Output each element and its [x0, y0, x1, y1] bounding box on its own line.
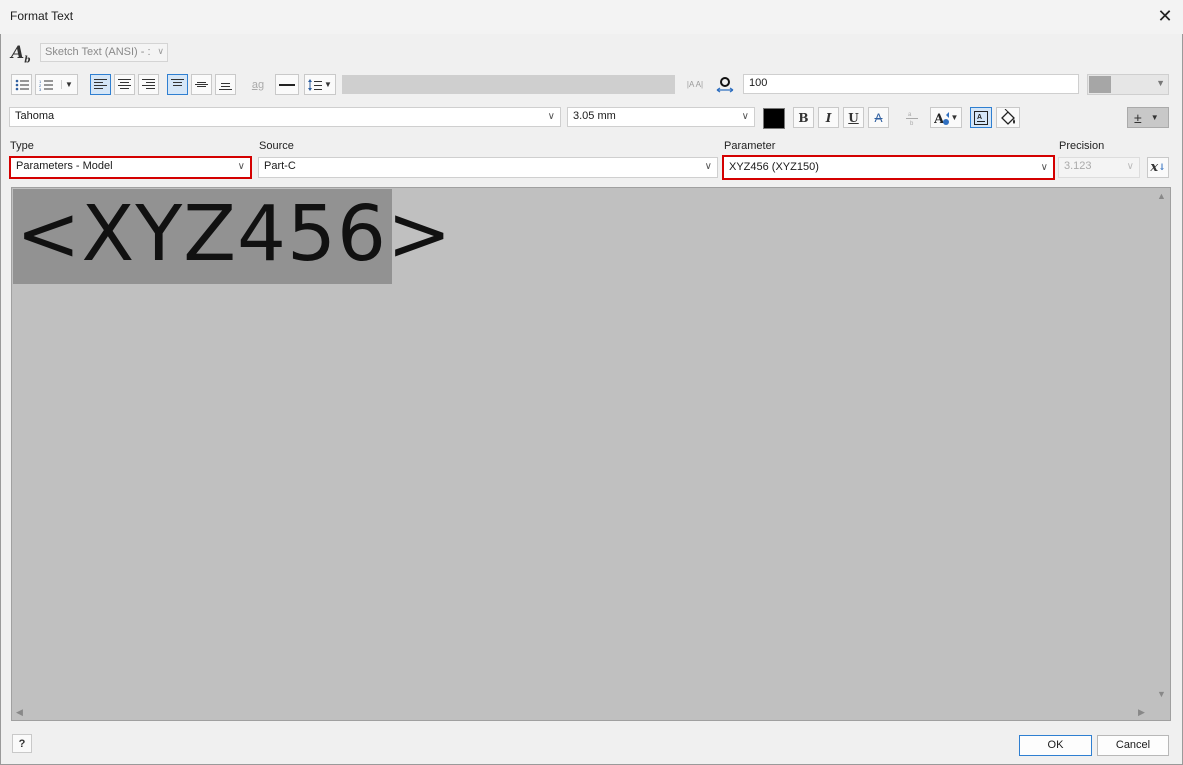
svg-text:A: A: [934, 112, 945, 126]
text-color-swatch[interactable]: [763, 108, 785, 129]
scroll-up-icon[interactable]: ▲: [1157, 191, 1166, 201]
arrow-down-icon: ↓: [1158, 162, 1166, 173]
strikethrough-button[interactable]: A: [868, 107, 889, 128]
source-value: Part-C: [264, 160, 296, 172]
line-spacing-icon: [308, 78, 323, 91]
chevron-down-icon: ∨: [547, 111, 555, 122]
align-center-icon: [118, 79, 131, 89]
precision-label: Precision: [1059, 140, 1105, 152]
align-right-button[interactable]: [138, 74, 159, 95]
type-label: Type: [10, 140, 34, 152]
bullet-list-button[interactable]: [11, 74, 32, 95]
align-left-icon: [94, 79, 107, 89]
text-style-combo[interactable]: Sketch Text (ANSI) - : ∨: [40, 43, 168, 62]
chevron-down-icon: ∨: [1040, 162, 1048, 173]
width-scale-value: 100: [749, 77, 768, 89]
horizontal-scrollbar[interactable]: ◀ ▶: [12, 705, 1153, 721]
svg-text:3: 3: [39, 87, 42, 91]
background-color-combo[interactable]: ▼: [1087, 74, 1169, 95]
chevron-down-icon: ∨: [704, 161, 712, 172]
title-bar: [0, 0, 1183, 34]
type-combo[interactable]: Parameters - Model ∨: [9, 156, 252, 179]
underline-button[interactable]: U: [843, 107, 864, 128]
frame-text-button[interactable]: A: [970, 107, 992, 128]
editor-text[interactable]: <XYZ456>: [16, 190, 453, 280]
frame-text-icon: A: [974, 110, 988, 125]
numbered-list-icon: 123: [39, 79, 53, 91]
text-style-icon: Ab: [11, 43, 31, 66]
caret-down-icon: ▼: [61, 80, 73, 89]
parameter-combo[interactable]: XYZ456 (XYZ150) ∨: [722, 155, 1055, 180]
width-scale-icon: [714, 74, 736, 95]
insert-parameter-icon: x: [1150, 160, 1159, 175]
align-bottom-icon: [219, 83, 232, 90]
width-scale-input[interactable]: 100: [743, 74, 1079, 94]
vertical-scrollbar[interactable]: ▲ ▼: [1153, 189, 1169, 704]
chevron-down-icon: ∨: [741, 111, 749, 122]
align-left-button[interactable]: [90, 74, 111, 95]
scroll-left-icon[interactable]: ◀: [16, 707, 23, 718]
align-right-icon: [142, 79, 155, 89]
numbered-list-button[interactable]: 123 ▼: [35, 74, 78, 95]
case-change-button[interactable]: A ▼: [930, 107, 962, 128]
text-style-value: Sketch Text (ANSI) - :: [45, 46, 151, 58]
svg-text:b: b: [910, 121, 914, 126]
bullet-list-icon: [15, 79, 29, 90]
line-icon: [279, 83, 295, 86]
close-icon[interactable]: ✕: [1153, 4, 1177, 28]
symbol-button[interactable]: ± ▼: [1127, 107, 1169, 128]
caret-down-icon: ▼: [324, 80, 332, 89]
cancel-button[interactable]: Cancel: [1097, 735, 1169, 756]
svg-text:A: A: [977, 114, 982, 121]
caret-down-icon: ▼: [1150, 113, 1159, 122]
align-top-icon: [171, 79, 184, 86]
ok-button[interactable]: OK: [1019, 735, 1092, 756]
type-value: Parameters - Model: [16, 160, 113, 172]
scroll-right-icon[interactable]: ▶: [1138, 707, 1145, 718]
source-label: Source: [259, 140, 294, 152]
caret-down-icon: ▼: [950, 113, 959, 122]
parameter-label: Parameter: [724, 140, 776, 152]
line-spacing-button[interactable]: ▼: [304, 74, 336, 95]
spacing-value-field: [342, 75, 675, 94]
chevron-down-icon: ∨: [157, 46, 164, 56]
align-bottom-button[interactable]: [215, 74, 236, 95]
help-icon: ?: [18, 737, 26, 750]
scroll-down-icon[interactable]: ▼: [1157, 689, 1166, 699]
plus-minus-icon: ±: [1134, 109, 1142, 126]
window-title: Format Text: [10, 9, 74, 23]
font-family-combo[interactable]: Tahoma ∨: [9, 107, 561, 127]
case-change-icon: A: [934, 111, 949, 126]
align-top-button[interactable]: [167, 74, 188, 95]
character-spacing-icon: |A A|: [686, 80, 704, 89]
fill-color-button[interactable]: [996, 107, 1020, 128]
help-button[interactable]: ?: [12, 734, 32, 753]
chevron-down-icon: ∨: [237, 161, 245, 172]
stacking-button[interactable]: ag: [246, 74, 270, 95]
precision-combo[interactable]: 3.123 ∨: [1058, 157, 1140, 178]
font-size-value: 3.05 mm: [573, 110, 616, 122]
precision-value: 3.123: [1064, 160, 1092, 172]
line-style-button[interactable]: [275, 74, 299, 95]
bold-button[interactable]: B: [793, 107, 814, 128]
chevron-down-icon: ▼: [1156, 78, 1165, 88]
color-swatch: [1089, 76, 1111, 93]
fraction-icon: ab: [901, 107, 922, 128]
parameter-value: XYZ456 (XYZ150): [729, 161, 819, 173]
chevron-down-icon: ∨: [1126, 161, 1134, 172]
insert-parameter-button[interactable]: x ↓: [1147, 157, 1169, 178]
align-middle-button[interactable]: [191, 74, 212, 95]
font-size-combo[interactable]: 3.05 mm ∨: [567, 107, 755, 127]
paint-bucket-icon: [1001, 108, 1015, 125]
align-middle-icon: [195, 82, 208, 87]
italic-button[interactable]: I: [818, 107, 839, 128]
source-combo[interactable]: Part-C ∨: [258, 157, 718, 178]
svg-text:a: a: [908, 112, 912, 118]
font-family-value: Tahoma: [15, 110, 55, 122]
align-center-button[interactable]: [114, 74, 135, 95]
